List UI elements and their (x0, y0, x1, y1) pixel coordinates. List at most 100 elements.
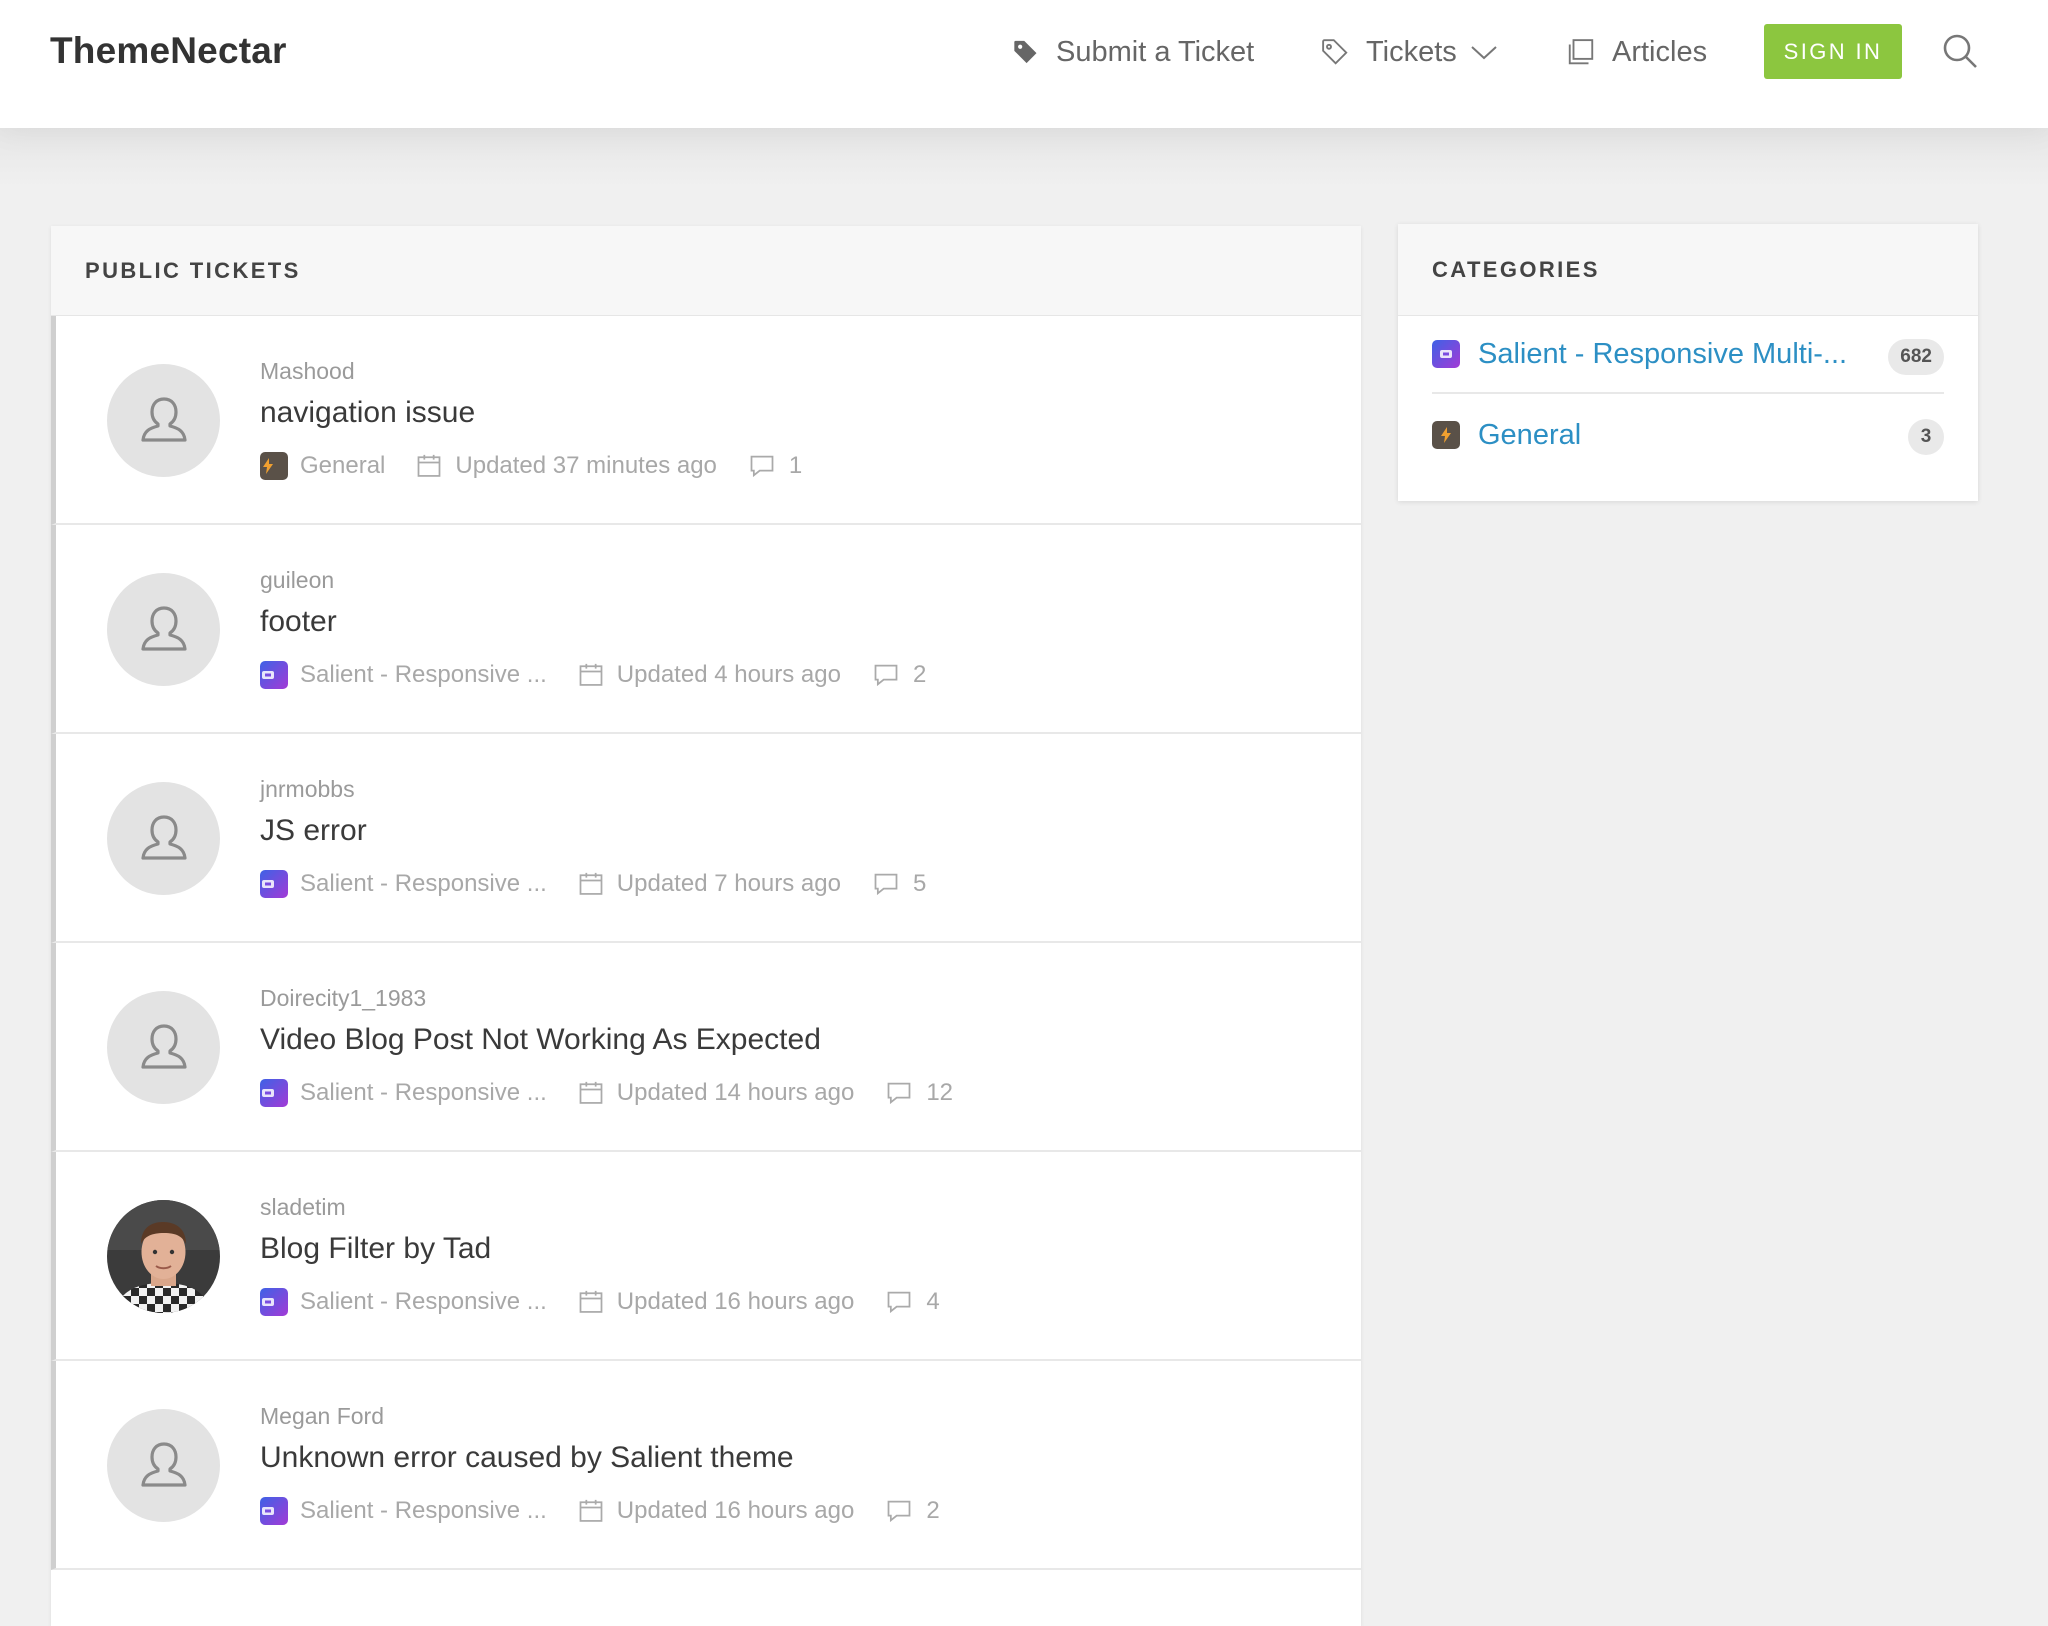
avatar[interactable] (107, 782, 220, 895)
ticket-updated-label: Updated 4 hours ago (616, 661, 841, 688)
avatar[interactable] (107, 991, 220, 1104)
category-count-badge: 3 (1908, 419, 1944, 455)
ticket-category[interactable]: Salient - Responsive ... (260, 661, 547, 689)
categories-panel: CATEGORIES Salient - Responsive Multi-..… (1398, 224, 1978, 501)
ticket-title[interactable]: navigation issue (260, 396, 475, 430)
ticket-category-label: Salient - Responsive ... (300, 870, 547, 897)
ticket-updated-label: Updated 14 hours ago (616, 1079, 855, 1106)
ticket-updated: Updated 4 hours ago (577, 661, 841, 689)
salient-category-icon (1432, 340, 1460, 368)
ticket-category-label: Salient - Responsive ... (300, 1079, 547, 1106)
calendar-icon (579, 872, 603, 895)
ticket-updated-label: Updated 37 minutes ago (455, 452, 717, 479)
ticket-category[interactable]: Salient - Responsive ... (260, 1079, 547, 1107)
ticket-comment-count: 1 (788, 452, 803, 479)
ticket-comments: 2 (884, 1497, 940, 1525)
ticket-title[interactable]: JS error (260, 814, 367, 848)
ticket-comment-count: 2 (926, 1497, 940, 1524)
category-name: General (1478, 418, 1582, 451)
ticket-username[interactable]: jnrmobbs (260, 776, 355, 803)
avatar[interactable] (107, 364, 220, 477)
ticket-row[interactable]: guileon footer Salient - Responsive ... … (51, 525, 1361, 734)
category-count-badge: 682 (1888, 339, 1944, 375)
ticket-updated: Updated 14 hours ago (577, 1079, 855, 1107)
ticket-username[interactable]: sladetim (260, 1194, 346, 1221)
default-avatar-icon (140, 1441, 187, 1487)
ticket-meta: General Updated 37 minutes ago 1 (260, 452, 832, 480)
ticket-row[interactable]: Mashood navigation issue General Updated… (51, 316, 1361, 525)
salient-category-icon (260, 1288, 288, 1316)
avatar[interactable] (107, 1200, 220, 1313)
ticket-updated-label: Updated 16 hours ago (616, 1288, 855, 1315)
categories-heading: CATEGORIES (1398, 224, 1978, 316)
ticket-category[interactable]: Salient - Responsive ... (260, 1497, 547, 1525)
salient-category-icon (260, 1497, 288, 1525)
ticket-category[interactable]: Salient - Responsive ... (260, 1288, 547, 1316)
ticket-meta: Salient - Responsive ... Updated 16 hour… (260, 1288, 970, 1316)
category-item-salient[interactable]: Salient - Responsive Multi-... 682 (1432, 316, 1944, 394)
ticket-meta: Salient - Responsive ... Updated 16 hour… (260, 1497, 970, 1525)
public-tickets-heading: PUBLIC TICKETS (51, 226, 1361, 316)
comment-icon (874, 873, 898, 896)
ticket-updated: Updated 16 hours ago (577, 1288, 855, 1316)
category-name: Salient - Responsive Multi-... (1478, 337, 1848, 370)
ticket-category-label: Salient - Responsive ... (300, 1497, 547, 1524)
ticket-row[interactable]: jnrmobbs JS error Salient - Responsive .… (51, 734, 1361, 943)
ticket-comments: 5 (871, 870, 926, 898)
ticket-username[interactable]: Megan Ford (260, 1403, 384, 1430)
ticket-meta: Salient - Responsive ... Updated 14 hour… (260, 1079, 983, 1107)
general-category-icon (260, 452, 288, 480)
nav-tickets-label: Tickets (1366, 35, 1457, 68)
ticket-comments: 12 (884, 1079, 953, 1107)
ticket-title[interactable]: Video Blog Post Not Working As Expected (260, 1023, 821, 1057)
search-icon[interactable] (1940, 31, 1980, 71)
nav-submit-ticket[interactable]: Submit a Ticket (1012, 30, 1254, 74)
calendar-icon (579, 663, 603, 686)
site-header: ThemeNectar Submit a Ticket Tickets Arti… (0, 0, 2048, 128)
ticket-list: Mashood navigation issue General Updated… (51, 316, 1361, 1570)
ticket-updated: Updated 37 minutes ago (415, 452, 717, 480)
ticket-username[interactable]: Doirecity1_1983 (260, 985, 426, 1012)
public-tickets-panel: PUBLIC TICKETS Mashood navigation issue … (51, 226, 1361, 1626)
default-avatar-icon (140, 1023, 187, 1069)
comment-icon (887, 1082, 911, 1105)
ticket-comment-count: 5 (912, 870, 927, 897)
nav-articles[interactable]: Articles (1566, 30, 1707, 74)
salient-category-icon (260, 870, 288, 898)
calendar-icon (418, 454, 441, 477)
comment-icon (887, 1500, 911, 1523)
ticket-category[interactable]: Salient - Responsive ... (260, 870, 547, 898)
user-photo (107, 1200, 220, 1313)
ticket-row[interactable]: Megan Ford Unknown error caused by Salie… (51, 1361, 1361, 1570)
ticket-row[interactable]: Doirecity1_1983 Video Blog Post Not Work… (51, 943, 1361, 1152)
category-item-general[interactable]: General 3 (1432, 396, 1944, 474)
ticket-updated: Updated 16 hours ago (577, 1497, 854, 1525)
tag-filled-icon (1014, 40, 1037, 64)
avatar[interactable] (107, 1409, 220, 1522)
general-category-icon (1432, 421, 1460, 449)
ticket-updated: Updated 7 hours ago (577, 870, 841, 898)
default-avatar-icon (140, 605, 187, 651)
ticket-row[interactable]: sladetim Blog Filter by Tad Salient - Re… (51, 1152, 1361, 1361)
sign-in-button[interactable]: SIGN IN (1764, 24, 1902, 79)
ticket-username[interactable]: Mashood (260, 358, 355, 385)
nav-articles-label: Articles (1612, 35, 1708, 68)
site-logo[interactable]: ThemeNectar (50, 30, 287, 72)
articles-icon (1568, 39, 1594, 65)
ticket-title[interactable]: Unknown error caused by Salient theme (260, 1441, 794, 1475)
ticket-category-label: Salient - Responsive ... (300, 1288, 547, 1315)
chevron-down-icon (1471, 46, 1497, 60)
comment-icon (750, 455, 774, 478)
calendar-icon (579, 1081, 603, 1104)
nav-tickets-dropdown[interactable]: Tickets (1320, 30, 1499, 74)
ticket-title[interactable]: footer (260, 605, 337, 639)
ticket-comment-count: 4 (926, 1288, 940, 1315)
avatar[interactable] (107, 573, 220, 686)
calendar-icon (579, 1290, 603, 1313)
ticket-category[interactable]: General (260, 452, 385, 480)
ticket-title[interactable]: Blog Filter by Tad (260, 1232, 491, 1266)
default-avatar-icon (140, 396, 187, 442)
ticket-comments: 4 (884, 1288, 940, 1316)
ticket-comment-count: 12 (926, 1079, 954, 1106)
ticket-username[interactable]: guileon (260, 567, 334, 594)
